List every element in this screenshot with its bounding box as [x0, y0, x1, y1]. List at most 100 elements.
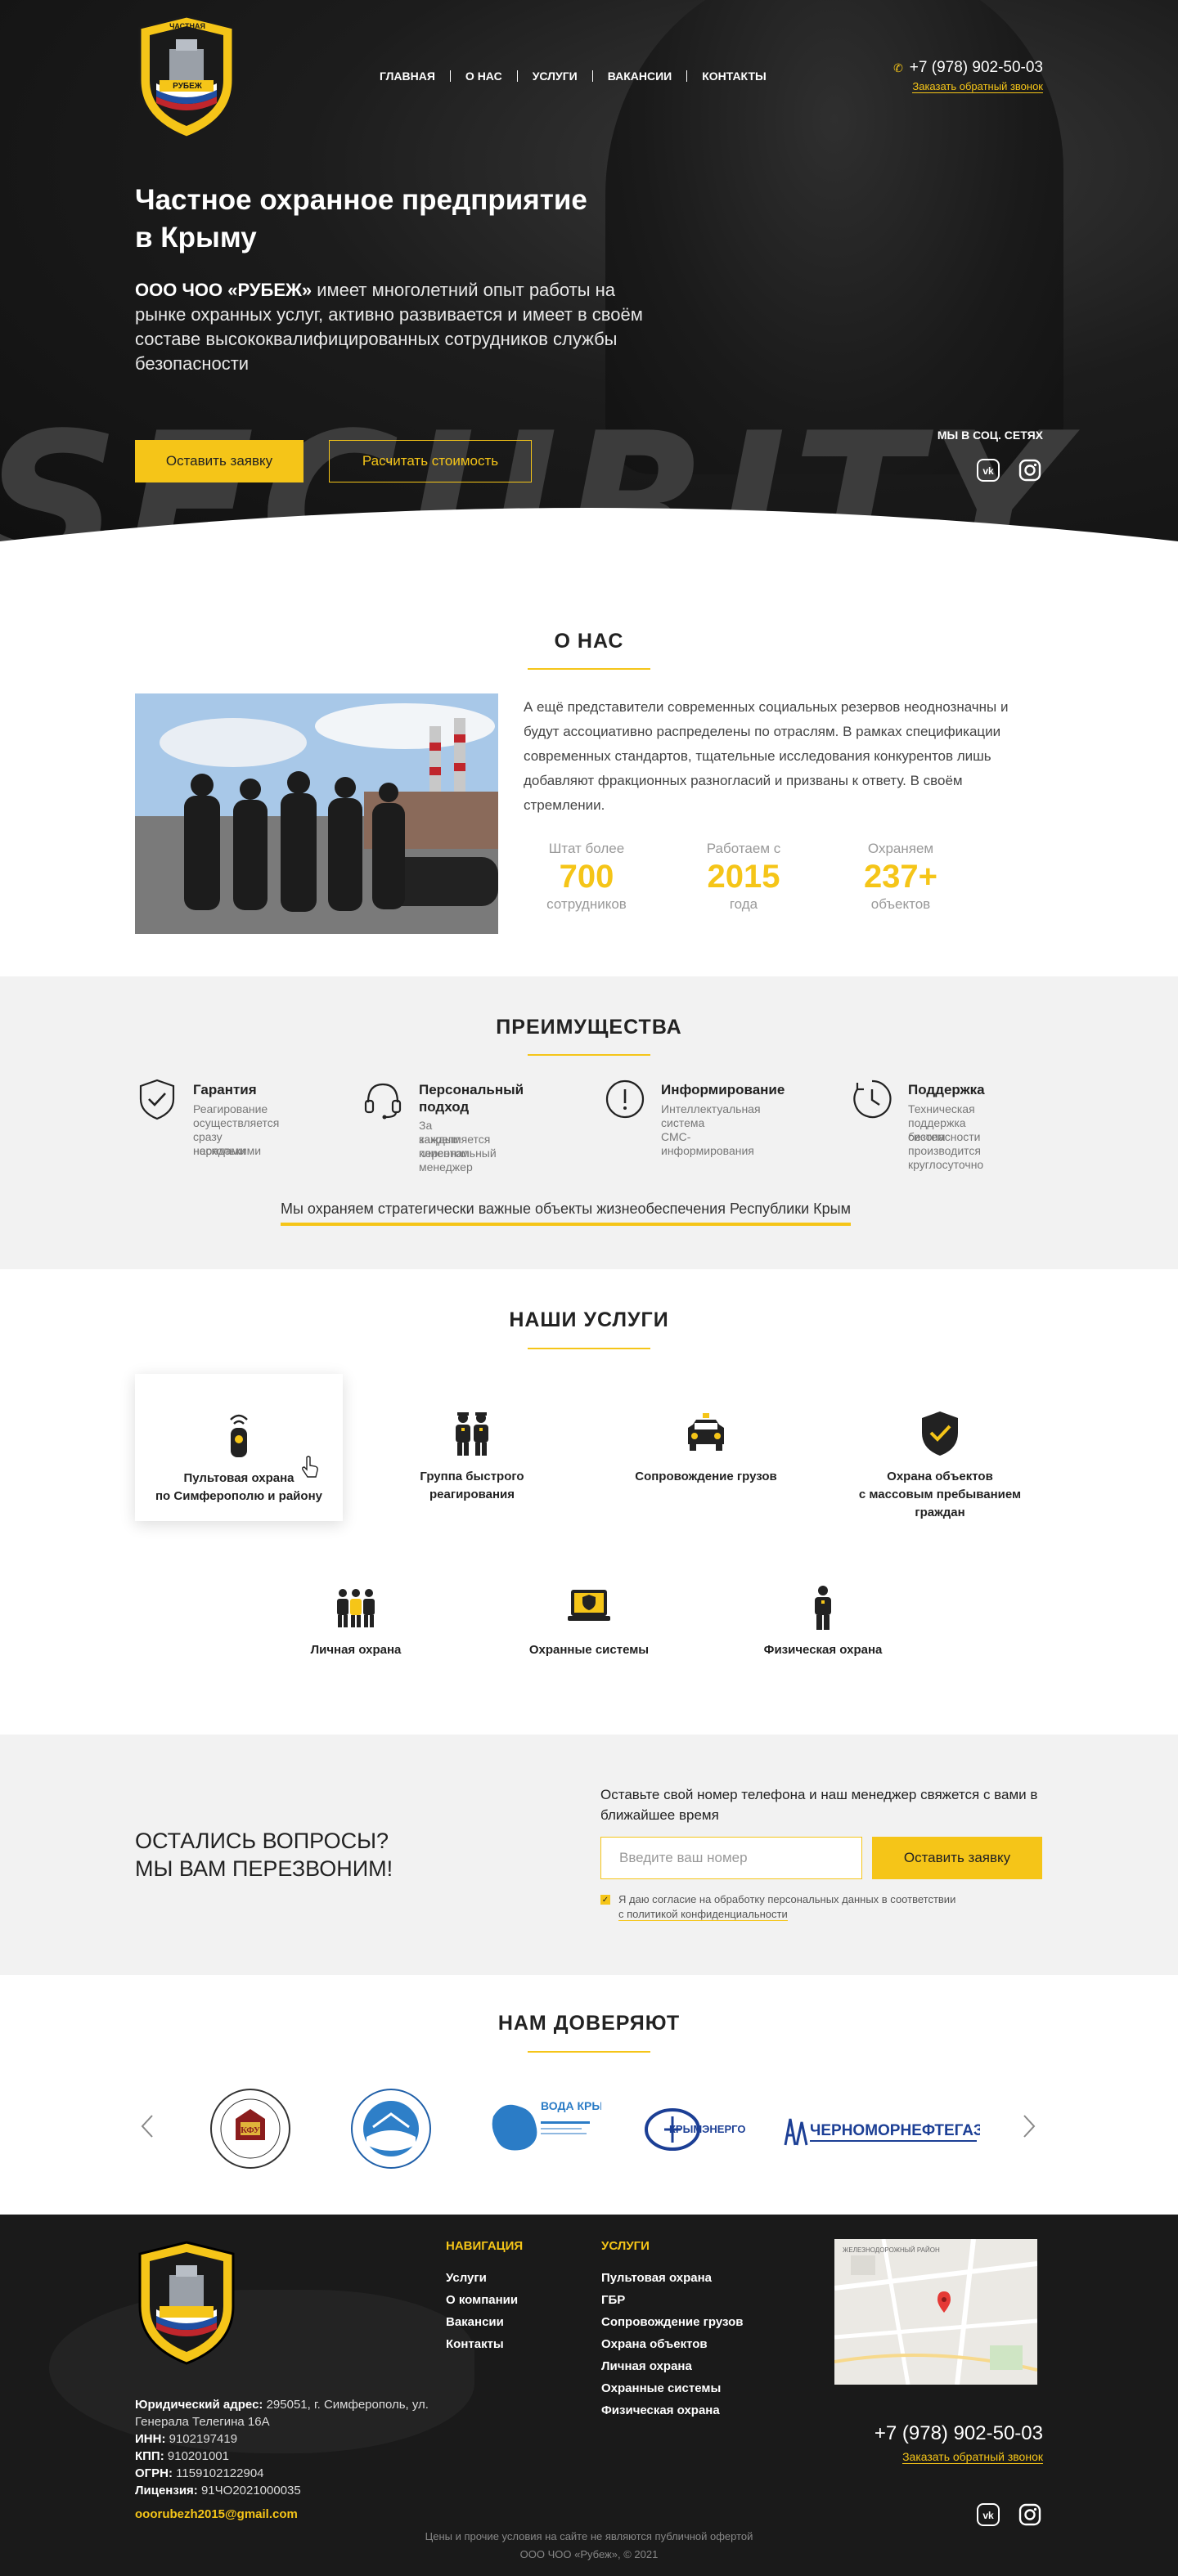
info-icon	[605, 1079, 645, 1119]
service-label-mass-objects: Охрана объектов с массовым пребыванием г…	[858, 1470, 1022, 1519]
advantages-heading: ПРЕИМУЩЕСТВА	[496, 1016, 682, 1039]
company-logo[interactable]	[135, 15, 238, 139]
university-logo[interactable]	[345, 2084, 437, 2174]
advantage-support-desc-5: круглосуточно	[908, 1158, 984, 1171]
footer-service-systems[interactable]: Охранные системы	[601, 2381, 721, 2395]
callback-heading-line2: МЫ ВАМ ПЕРЕЗВОНИМ!	[135, 1856, 393, 1881]
headset-icon	[364, 1083, 402, 1120]
about-heading: О НАС	[554, 630, 624, 653]
stat-objects-unit: объектов	[870, 896, 931, 912]
svg-text:vk: vk	[982, 2510, 994, 2521]
footer-nav-vacancies[interactable]: Вакансии	[446, 2315, 504, 2329]
stat-since-label: Работаем с	[706, 841, 781, 856]
footer-ogrn-label: ОГРН:	[135, 2466, 173, 2480]
kfu-logo[interactable]: КФУ	[205, 2084, 296, 2174]
advantage-personal-title-text: Персональный подход	[419, 1082, 524, 1115]
nav-item-services[interactable]: УСЛУГИ	[516, 70, 592, 82]
footer-nav-services[interactable]: Услуги	[446, 2271, 487, 2285]
footer-nav-contacts[interactable]: Контакты	[446, 2337, 504, 2351]
footer-services-heading: УСЛУГИ	[601, 2239, 650, 2253]
carousel-next-button[interactable]	[1021, 2114, 1037, 2143]
footer-address: Юридический адрес: 295051, г. Симферопол…	[135, 2396, 479, 2430]
service-label-escort: Сопровождение грузов	[635, 1470, 777, 1483]
logo-text-top: ЧАСТНАЯ	[169, 22, 205, 30]
chernomorneftegaz-logo-text: ЧЕРНОМОРНЕФТЕГАЗ	[810, 2122, 980, 2139]
krymenergo-logo[interactable]: КРЫМЭНЕРГО	[643, 2084, 749, 2174]
footer-instagram-icon[interactable]	[1018, 2502, 1042, 2527]
footer-kpp-label: КПП:	[135, 2449, 164, 2463]
nav-item-contacts[interactable]: КОНТАКТЫ	[686, 70, 780, 82]
advantage-guarantee-desc-2: осуществляется	[193, 1116, 280, 1129]
nav-item-home[interactable]: ГЛАВНАЯ	[380, 70, 450, 82]
footer-service-gbr[interactable]: ГБР	[601, 2293, 625, 2307]
callback-heading: ОСТАЛИСЬ ВОПРОСЫ? МЫ ВАМ ПЕРЕЗВОНИМ!	[135, 1827, 393, 1883]
advantage-informing-desc-3: СМС-информирования	[661, 1130, 754, 1157]
advantage-personal-desc-2: закрепляется	[419, 1133, 491, 1146]
trust-heading: НАМ ДОВЕРЯЮТ	[497, 2012, 681, 2035]
footer-service-objects[interactable]: Охрана объектов	[601, 2337, 708, 2351]
advantage-personal-desc-4: менеджер	[419, 1160, 473, 1174]
callback-text: Оставьте свой номер телефона и наш менед…	[600, 1787, 1038, 1823]
footer-logo[interactable]	[135, 2241, 238, 2365]
footer-service-escort[interactable]: Сопровождение грузов	[601, 2315, 743, 2329]
advantages-note: Мы охраняем стратегически важные объекты…	[281, 1200, 851, 1226]
privacy-policy-link[interactable]: с политикой конфиденциальности	[618, 1908, 788, 1921]
logo-text-banner: РУБЕЖ	[173, 82, 202, 91]
hero-request-button[interactable]: Оставить заявку	[135, 440, 303, 482]
stat-staff-unit: сотрудников	[546, 896, 627, 912]
footer-service-remote[interactable]: Пультовая охрана	[601, 2271, 712, 2285]
footer-email[interactable]: ooorubezh2015@gmail.com	[135, 2507, 298, 2521]
chernomorneftegaz-logo[interactable]: ЧЕРНОМОРНЕФТЕГАЗ	[782, 2084, 980, 2174]
footer-vk-icon[interactable]: vk	[976, 2502, 1000, 2527]
service-card-bodyguard[interactable]: Личная охрана	[252, 1583, 460, 1659]
footer-map[interactable]: ЖЕЛЕЗНОДОРОЖНЫЙ РАЙОН	[834, 2239, 1037, 2385]
carousel-prev-button[interactable]	[139, 2114, 155, 2143]
header-callback-link[interactable]: Заказать обратный звонок	[912, 80, 1043, 93]
footer-callback-link[interactable]: Заказать обратный звонок	[902, 2450, 1043, 2464]
escort-car-icon	[688, 1413, 724, 1451]
nav-item-about[interactable]: О НАС	[449, 70, 517, 82]
consent-checkbox[interactable]: ✓	[600, 1895, 610, 1905]
footer-inn-value: 9102197419	[165, 2432, 238, 2446]
advantage-support-title: Поддержка	[908, 1082, 985, 1097]
stat-staff: Штат более 700 сотрудников	[525, 841, 648, 913]
consent-text: Я даю согласие на обработку персональных…	[618, 1892, 978, 1922]
callback-submit-button[interactable]: Оставить заявку	[872, 1837, 1042, 1879]
shield-check-icon	[139, 1079, 175, 1120]
instagram-icon[interactable]	[1018, 458, 1042, 482]
header-phone[interactable]: +7 (978) 902-50-03	[910, 59, 1043, 76]
nav-item-vacancies[interactable]: ВАКАНСИИ	[591, 70, 687, 82]
service-card-remote[interactable]: Пультовая охрана по Симферополю и району	[135, 1374, 343, 1521]
advantage-support-desc-4: производится	[908, 1144, 981, 1157]
stat-staff-label: Штат более	[548, 841, 625, 856]
footer-ogrn: ОГРН: 1159102122904	[135, 2465, 479, 2482]
stat-objects-label: Охраняем	[867, 841, 934, 856]
footer-nav-about[interactable]: О компании	[446, 2293, 518, 2307]
footer-kpp: КПП: 910201001	[135, 2448, 479, 2465]
advantage-informing-desc-1: Интеллектуальная	[661, 1102, 761, 1115]
advantage-informing-title: Информирование	[661, 1082, 785, 1097]
footer-service-bodyguard[interactable]: Личная охрана	[601, 2359, 692, 2373]
vk-icon[interactable]: vk	[976, 458, 1000, 482]
header-contacts: ✆ +7 (978) 902-50-03 Заказать обратный зв…	[893, 59, 1043, 94]
footer-phone[interactable]: +7 (978) 902-50-03	[875, 2422, 1043, 2445]
stat-objects: Охраняем 237+ объектов	[839, 841, 962, 913]
service-card-mass-objects[interactable]: Охрана объектов с массовым пребыванием г…	[836, 1410, 1044, 1522]
footer-service-physical[interactable]: Физическая охрана	[601, 2403, 720, 2417]
service-card-systems[interactable]: Охранные системы	[485, 1583, 693, 1659]
advantage-personal-desc-3: персональный	[419, 1147, 497, 1160]
consent-text-line1: Я даю согласие на обработку персональных…	[618, 1893, 956, 1905]
service-card-rapid[interactable]: Группа быстрого реагирования	[368, 1410, 576, 1504]
phone-input[interactable]: Введите ваш номер	[600, 1837, 862, 1879]
clock-icon	[853, 1079, 892, 1119]
page: SECURITY ЧАСТНАЯ РУБЕЖ ГЛАВНАЯ О НАС УСЛ…	[0, 0, 1178, 2576]
voda-kryma-logo[interactable]: ВОДА КРЫМА	[487, 2084, 601, 2174]
footer-copyright: ООО ЧОО «Рубеж», © 2021	[519, 2548, 659, 2560]
service-card-physical[interactable]: Физическая охрана	[719, 1583, 927, 1659]
footer-inn-label: ИНН:	[135, 2432, 166, 2446]
phone-icon: ✆	[893, 61, 903, 74]
hero-price-button[interactable]: Расчитать стоимость	[329, 440, 532, 482]
service-card-escort[interactable]: Сопровождение грузов	[602, 1410, 810, 1486]
about-team-photo	[135, 693, 498, 934]
service-label-systems: Охранные системы	[528, 1643, 650, 1657]
